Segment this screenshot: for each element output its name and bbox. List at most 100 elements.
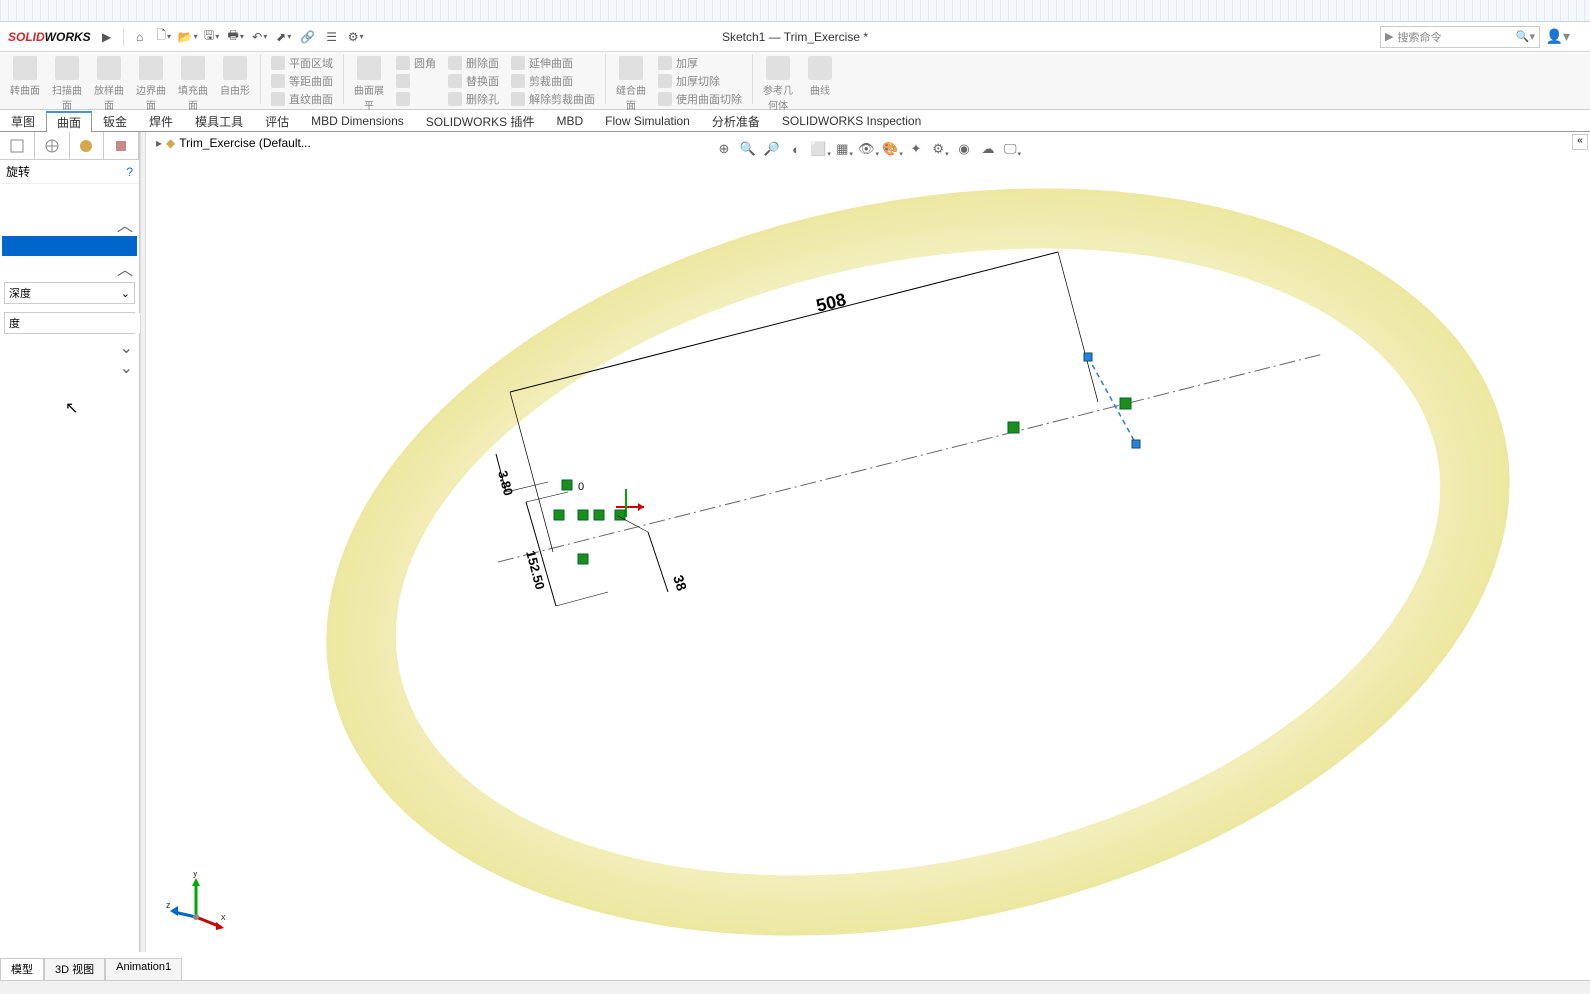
boundary-surface-button[interactable]: 边界曲面 [130, 54, 172, 114]
tab-mbd[interactable]: MBD [545, 110, 594, 131]
relation-marker[interactable] [594, 510, 604, 520]
tab-mbd-dim[interactable]: MBD Dimensions [300, 110, 415, 131]
options-button[interactable]: ⚙ [346, 27, 366, 47]
relation-marker[interactable] [1120, 398, 1131, 409]
label: 剪裁曲面 [529, 73, 573, 89]
fillet-button[interactable]: 圆角 [396, 54, 436, 72]
endpoint-handle[interactable] [1084, 353, 1092, 361]
pm-section-collapse1[interactable]: ︿ [0, 214, 139, 234]
pm-section-collapse3[interactable]: ⌄ [0, 338, 139, 358]
reference-geometry-button[interactable]: 参考几何体 [757, 54, 799, 114]
label: 曲面展平 [350, 82, 388, 112]
tab-animation1[interactable]: Animation1 [105, 958, 182, 980]
select-button[interactable]: ⬈ [274, 27, 294, 47]
flatten-surface-button[interactable]: 曲面展平 [348, 54, 390, 114]
fillet-sub3[interactable] [396, 90, 436, 108]
relation-marker[interactable] [578, 510, 588, 520]
tab-sketch[interactable]: 草图 [0, 110, 46, 131]
offset-surface-button[interactable]: 等距曲面 [271, 72, 333, 90]
tab-3d-view[interactable]: 3D 视图 [44, 958, 105, 980]
label: 曲线 [810, 82, 830, 97]
tab-model[interactable]: 模型 [0, 958, 44, 980]
label: 圆角 [414, 55, 436, 71]
knit-surface-button[interactable]: 缝合曲面 [610, 54, 652, 114]
tab-analysis-prep[interactable]: 分析准备 [701, 110, 771, 131]
swept-surface-button[interactable]: 扫描曲面 [46, 54, 88, 114]
thicken-button[interactable]: 加厚 [658, 54, 742, 72]
graphics-viewport[interactable]: ▸ ◆ Trim_Exercise (Default... ⊕ 🔍 🔎 ◐ ⬜ … [146, 132, 1590, 952]
pm-header: 旋转 ? [0, 160, 139, 184]
pm-section-collapse4[interactable]: ⌄ [0, 358, 139, 378]
label: 加厚切除 [676, 73, 720, 89]
relation-marker[interactable] [615, 510, 625, 520]
lofted-surface-button[interactable]: 放样曲面 [88, 54, 130, 114]
property-manager-panel: 旋转 ? ︿ ︿ 深度⌄ ▲▼ ⌄ ⌄ [0, 132, 140, 952]
label: 替换面 [466, 73, 499, 89]
configuration-tab[interactable] [70, 132, 105, 159]
dimxpert-tab[interactable] [104, 132, 139, 159]
filled-surface-button[interactable]: 填充曲面 [172, 54, 214, 114]
separator [123, 28, 124, 46]
user-account-icon[interactable]: 👤▾ [1546, 28, 1570, 45]
freeform-button[interactable]: 自由形 [214, 54, 256, 99]
delete-face-button[interactable]: 删除面 [448, 54, 499, 72]
view-triad[interactable]: y x z [166, 872, 226, 932]
panel-tabs [0, 132, 139, 160]
file-props-button[interactable]: ☰ [322, 27, 342, 47]
replace-face-button[interactable]: 替换面 [448, 72, 499, 90]
relation-marker[interactable] [562, 480, 572, 490]
search-placeholder: 搜索命令 [1397, 29, 1441, 45]
cut-with-surface-button[interactable]: 使用曲面切除 [658, 90, 742, 108]
revolve-surface-button[interactable]: 转曲面 [4, 54, 46, 99]
search-commands-input[interactable]: ▶ 搜索命令 🔍▾ [1380, 26, 1540, 48]
depth-label: 深度 [9, 285, 31, 301]
label: 放样曲面 [90, 82, 128, 112]
planar-surface-button[interactable]: 平面区域 [271, 54, 333, 72]
tab-inspection[interactable]: SOLIDWORKS Inspection [771, 110, 932, 131]
tab-moldtools[interactable]: 模具工具 [184, 110, 254, 131]
relation-marker[interactable] [554, 510, 564, 520]
label: 转曲面 [10, 82, 40, 97]
new-button[interactable]: 🗋 [154, 27, 174, 47]
rebuild-button[interactable]: 🔗 [298, 27, 318, 47]
extend-surface-button[interactable]: 延伸曲面 [511, 54, 595, 72]
label: 自由形 [220, 82, 250, 97]
pm-section-collapse2[interactable]: ︿ [0, 258, 139, 278]
home-button[interactable]: ⌂ [130, 27, 150, 47]
pm-title: 旋转 [6, 163, 30, 180]
ruled-surface-button[interactable]: 直纹曲面 [271, 90, 333, 108]
label: 删除面 [466, 55, 499, 71]
angle-field[interactable] [5, 313, 155, 333]
tab-sheetmetal[interactable]: 钣金 [92, 110, 138, 131]
relation-marker[interactable] [578, 554, 588, 564]
endpoint-handle[interactable] [1132, 440, 1140, 448]
label: 平面区域 [289, 55, 333, 71]
tab-weldments[interactable]: 焊件 [138, 110, 184, 131]
print-button[interactable]: 🖶 [226, 27, 246, 47]
menu-flyout-button[interactable]: ▶ [97, 27, 117, 47]
save-button[interactable]: 🖫 [202, 27, 222, 47]
thickened-cut-button[interactable]: 加厚切除 [658, 72, 742, 90]
curves-button[interactable]: 曲线 [799, 54, 841, 99]
untrim-surface-button[interactable]: 解除剪裁曲面 [511, 90, 595, 108]
open-button[interactable]: 📂 [178, 27, 198, 47]
tab-addins[interactable]: SOLIDWORKS 插件 [415, 110, 546, 131]
tab-surface[interactable]: 曲面 [46, 111, 92, 132]
ribbon-toolbar: 转曲面 扫描曲面 放样曲面 边界曲面 填充曲面 自由形 平面区域 等距曲面 直纹… [0, 52, 1590, 110]
property-manager-tab[interactable] [35, 132, 70, 159]
feature-tree-tab[interactable] [0, 132, 35, 159]
pm-angle-input[interactable]: ▲▼ [4, 312, 135, 334]
label: 加厚 [676, 55, 698, 71]
pm-axis-selection[interactable] [2, 236, 137, 256]
tab-evaluate[interactable]: 评估 [254, 110, 300, 131]
app-logo: SOLIDWORKS [4, 30, 95, 44]
fillet-sub2[interactable] [396, 72, 436, 90]
trim-surface-button[interactable]: 剪裁曲面 [511, 72, 595, 90]
undo-button[interactable]: ↶ [250, 27, 270, 47]
delete-hole-button[interactable]: 删除孔 [448, 90, 499, 108]
relation-marker[interactable] [1008, 422, 1019, 433]
tab-flowsim[interactable]: Flow Simulation [594, 110, 701, 131]
pm-direction-select[interactable]: 深度⌄ [4, 282, 135, 304]
help-icon[interactable]: ? [126, 165, 133, 179]
triad-x-label: x [221, 912, 226, 922]
